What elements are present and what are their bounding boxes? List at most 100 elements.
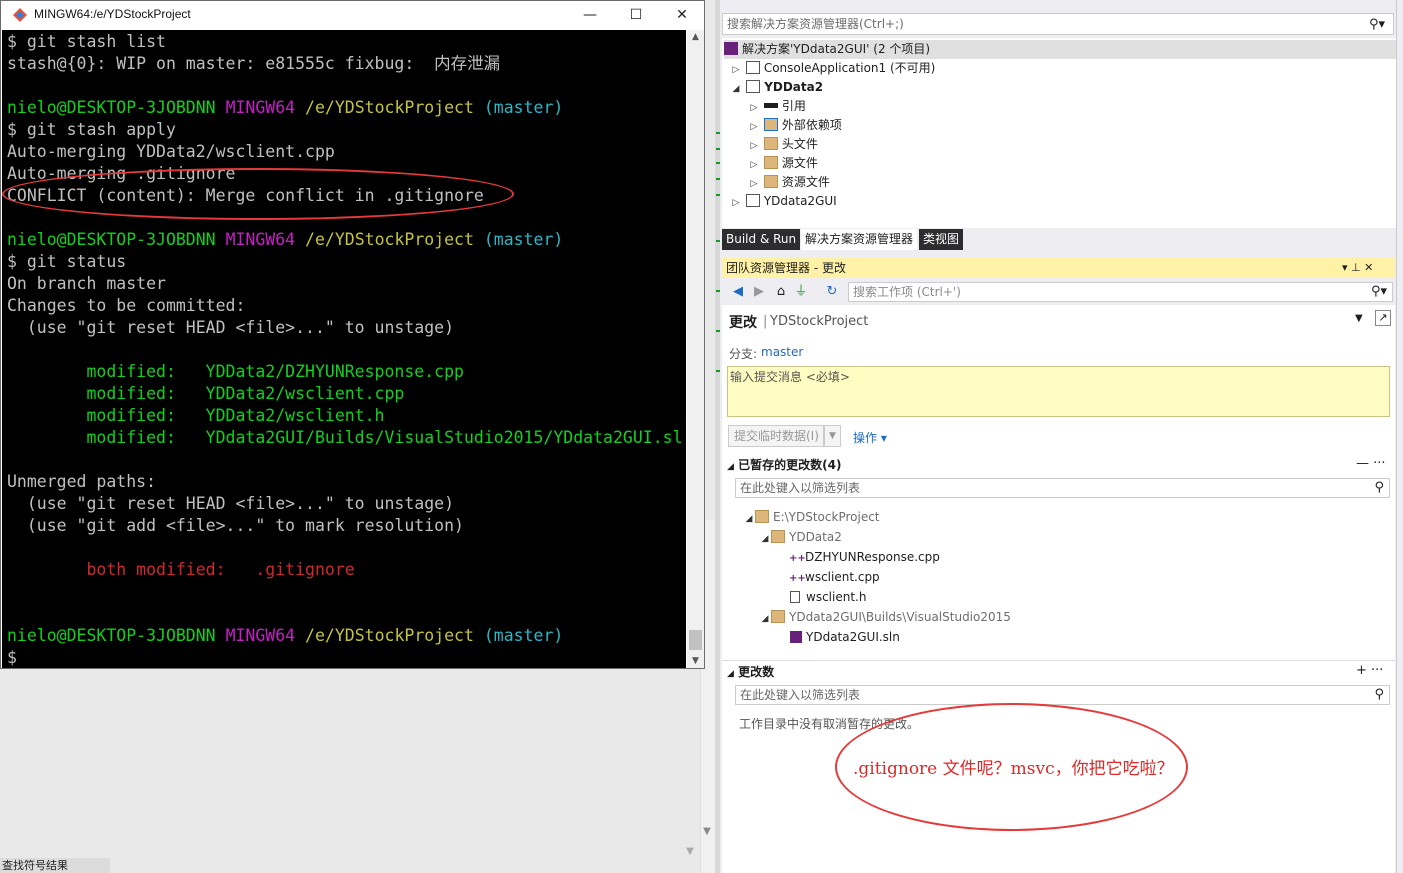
terminal-scrollbar[interactable]: ▲ ▼ xyxy=(687,30,704,668)
actions-menu[interactable]: 操作 ▾ xyxy=(853,429,887,446)
header-file-icon xyxy=(790,591,800,603)
tree-item-resources[interactable]: ▷ 资源文件 xyxy=(748,173,830,192)
chevron-down-icon[interactable]: ▼ xyxy=(1355,313,1363,324)
scroll-down-icon[interactable]: ▼ xyxy=(687,656,704,666)
tree-item-external-deps[interactable]: ▷ 外部依赖项 xyxy=(748,116,842,135)
refresh-icon[interactable]: ↻ xyxy=(824,284,840,300)
tree-item-ydData2[interactable]: ◢ YDData2 xyxy=(730,78,823,97)
solution-explorer-toolbar[interactable] xyxy=(720,0,1396,12)
tree-file-dzhyunresponse[interactable]: ++DZHYUNResponse.cpp xyxy=(789,548,940,567)
chevron-down-icon[interactable]: ▼ xyxy=(824,425,841,447)
maximize-button[interactable]: ☐ xyxy=(613,1,659,29)
tab-class-view[interactable]: 类视图 xyxy=(919,229,964,250)
prompt-mingw: MINGW64 xyxy=(225,230,296,249)
scroll-thumb[interactable] xyxy=(689,630,702,650)
find-symbol-results-tab[interactable]: 查找符号结果 xyxy=(0,858,110,873)
branch-link[interactable]: master xyxy=(761,345,803,359)
prompt-branch: (master) xyxy=(483,98,564,117)
prompt-path: /e/YDStockProject xyxy=(305,98,474,117)
forward-icon[interactable]: ▶ xyxy=(751,284,767,300)
staged-filter-input[interactable]: 在此处键入以筛选列表 ⚲ xyxy=(735,478,1390,498)
changes-header-label: 更改数 xyxy=(738,665,775,679)
close-button[interactable]: ✕ xyxy=(659,1,705,29)
tree-label: 解决方案'YDdata2GUI' (2 个项目) xyxy=(742,42,931,56)
collapse-arrow-icon[interactable]: ◢ xyxy=(759,530,771,549)
cpp-file-icon: ++ xyxy=(789,573,806,584)
cpp-file-icon: ++ xyxy=(789,553,806,564)
solution-search-placeholder: 搜索解决方案资源管理器(Ctrl+;) xyxy=(727,17,904,31)
popout-icon[interactable]: ↗ xyxy=(1375,310,1391,326)
tool-window-tabs: Build & Run 解决方案资源管理器 类视图 xyxy=(722,229,1396,251)
collapse-arrow-icon[interactable]: ◢ xyxy=(727,669,734,679)
work-item-search-input[interactable]: 搜索工作项 (Ctrl+') ⚲▾ xyxy=(848,282,1393,302)
prompt-user: nielo@DESKTOP-3JOBDNN xyxy=(7,98,216,117)
minimize-button[interactable]: — xyxy=(567,1,613,29)
tree-file-wsclient-h[interactable]: wsclient.h xyxy=(790,588,866,607)
changes-filter-input[interactable]: 在此处键入以筛选列表 ⚲ xyxy=(735,685,1390,705)
tree-label: 引用 xyxy=(781,99,806,113)
window-controls[interactable]: ▾ ⊥ ✕ xyxy=(1342,258,1373,278)
staged-changes-header[interactable]: ◢ 已暂存的更改数(4) xyxy=(727,456,841,474)
collapse-arrow-icon[interactable]: ◢ xyxy=(759,610,771,629)
tree-item-headers[interactable]: ▷ 头文件 xyxy=(748,135,818,154)
search-icon[interactable]: ⚲▾ xyxy=(1371,283,1387,301)
tree-file-sln[interactable]: YDdata2GUI.sln xyxy=(790,628,900,647)
terminal-modified-line: modified: YDdata2GUI/Builds/VisualStudio… xyxy=(7,428,683,447)
solution-tree: 解决方案'YDdata2GUI' (2 个项目) ▷ ConsoleApplic… xyxy=(722,38,1396,228)
tree-item-ydData2gui[interactable]: ▷ YDdata2GUI xyxy=(730,192,837,211)
collapse-arrow-icon[interactable]: ◢ xyxy=(743,510,755,529)
title-separator: | xyxy=(763,314,768,329)
terminal-title: MINGW64:/e/YDStockProject xyxy=(34,7,191,21)
tab-build-run[interactable]: Build & Run xyxy=(722,229,801,250)
folder-icon xyxy=(771,530,785,543)
folder-icon xyxy=(771,610,785,623)
tree-item-solution[interactable]: 解决方案'YDdata2GUI' (2 个项目) xyxy=(724,40,1396,59)
tree-folder-builds[interactable]: ◢ YDdata2GUI\Builds\VisualStudio2015 xyxy=(759,608,1011,627)
team-explorer-header[interactable]: 团队资源管理器 - 更改 ▾ ⊥ ✕ xyxy=(722,258,1395,278)
tree-item-references[interactable]: ▷ 引用 xyxy=(748,97,806,116)
tree-label: ConsoleApplication1 (不可用) xyxy=(763,61,936,75)
work-item-search-placeholder: 搜索工作项 (Ctrl+') xyxy=(853,285,961,299)
unstage-all-icon[interactable]: — ··· xyxy=(1356,456,1386,471)
filter-placeholder: 在此处键入以筛选列表 xyxy=(740,688,861,702)
background-scroll-down-icon[interactable]: ▼ xyxy=(700,826,714,840)
search-icon[interactable]: ⚲ xyxy=(1374,479,1384,497)
tree-label: DZHYUNResponse.cpp xyxy=(805,550,940,564)
search-icon[interactable]: ⚲▾ xyxy=(1369,15,1385,35)
solution-search-input[interactable]: 搜索解决方案资源管理器(Ctrl+;) ⚲▾ xyxy=(722,13,1394,35)
search-icon[interactable]: ⚲ xyxy=(1374,686,1384,704)
tree-file-wsclient-cpp[interactable]: ++wsclient.cpp xyxy=(789,568,880,587)
prompt-path: /e/YDStockProject xyxy=(305,626,474,645)
tree-label: YDData2 xyxy=(764,80,824,94)
home-icon[interactable]: ⌂ xyxy=(773,284,789,300)
commit-message-input[interactable]: 输入提交消息 <必填> xyxy=(727,366,1390,417)
collapse-arrow-icon[interactable]: ◢ xyxy=(727,462,734,472)
tree-item-consoleapp[interactable]: ▷ ConsoleApplication1 (不可用) xyxy=(730,59,935,78)
terminal-modified-line: modified: YDData2/DZHYUNResponse.cpp xyxy=(7,362,464,381)
tree-label: YDdata2GUI\Builds\VisualStudio2015 xyxy=(789,610,1011,624)
terminal-line: $ git status xyxy=(7,252,127,271)
section-divider xyxy=(722,660,1395,661)
commit-staged-button[interactable]: 提交临时数据(I) xyxy=(728,425,824,447)
prompt-user: nielo@DESKTOP-3JOBDNN xyxy=(7,626,216,645)
page-title: 更改 xyxy=(729,315,757,331)
changes-header[interactable]: ◢ 更改数 xyxy=(727,663,774,681)
connect-icon[interactable]: ⏚ xyxy=(793,284,809,300)
terminal-input-line[interactable]: $ xyxy=(7,647,17,668)
tree-folder-root[interactable]: ◢ E:\YDStockProject xyxy=(743,508,880,527)
back-icon[interactable]: ◀ xyxy=(730,284,746,300)
tree-item-sources[interactable]: ▷ 源文件 xyxy=(748,154,818,173)
collapse-arrow-icon[interactable]: ◢ xyxy=(730,80,742,99)
stage-all-icon[interactable]: + ··· xyxy=(1356,663,1383,678)
terminal-output[interactable]: $ git stash list stash@{0}: WIP on maste… xyxy=(2,30,686,668)
terminal-line: Auto-merging YDData2/wsclient.cpp xyxy=(7,142,335,161)
branch-label: 分支: xyxy=(729,347,758,361)
terminal-titlebar[interactable]: MINGW64:/e/YDStockProject — ☐ ✕ xyxy=(1,1,704,29)
tree-folder-yddata2[interactable]: ◢ YDData2 xyxy=(759,528,842,547)
tab-solution-explorer[interactable]: 解决方案资源管理器 xyxy=(801,229,918,250)
prompt-mingw: MINGW64 xyxy=(225,626,296,645)
staged-header-label: 已暂存的更改数(4) xyxy=(738,458,842,472)
scroll-up-icon[interactable]: ▲ xyxy=(687,32,704,42)
expand-arrow-icon[interactable]: ▷ xyxy=(730,194,742,213)
tree-label: YDdata2GUI xyxy=(763,194,837,208)
